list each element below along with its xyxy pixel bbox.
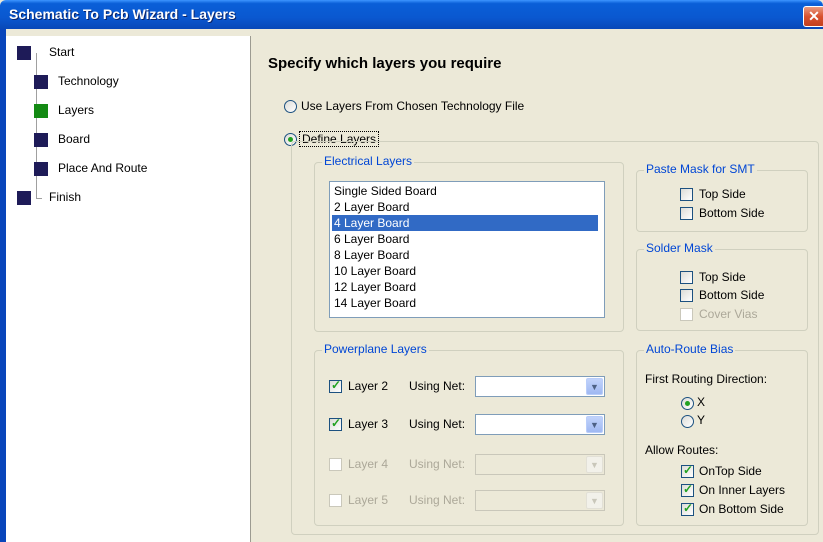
direction-x-radio[interactable] [681,397,694,410]
step-icon [34,104,48,118]
direction-x-label[interactable]: X [697,395,705,409]
paste-mask-title: Paste Mask for SMT [644,162,757,176]
solder-mask-title: Solder Mask [644,241,715,255]
list-item[interactable]: 12 Layer Board [332,279,598,295]
tree-item-finish[interactable]: Finish [49,190,81,204]
cover-vias-label: Cover Vias [699,307,758,321]
ontop-side-checkbox[interactable] [681,463,694,478]
step-icon [34,133,48,147]
list-item-selected[interactable]: 4 Layer Board [332,215,598,231]
list-item[interactable]: 14 Layer Board [332,295,598,311]
bottom-side-label[interactable]: On Bottom Side [699,502,784,516]
autoroute-title: Auto-Route Bias [644,342,736,356]
list-item[interactable]: 6 Layer Board [332,231,598,247]
step-icon [17,46,31,60]
allow-routes-label: Allow Routes: [645,443,719,457]
ontop-side-label[interactable]: OnTop Side [699,464,762,478]
using-net-label: Using Net: [409,379,466,393]
wizard-steps-tree: Start Technology Layers Board Place And … [6,36,251,542]
using-net-label: Using Net: [409,417,466,431]
layer2-label[interactable]: Layer 2 [348,379,388,393]
layer4-net-select[interactable]: ▼ [475,454,605,475]
layer5-net-select[interactable]: ▼ [475,490,605,511]
list-item[interactable]: 10 Layer Board [332,263,598,279]
solder-top-checkbox[interactable] [680,271,693,284]
cover-vias-checkbox[interactable] [680,308,693,321]
layer5-label: Layer 5 [348,493,389,507]
solder-bottom-label[interactable]: Bottom Side [699,288,764,302]
tree-item-place-and-route[interactable]: Place And Route [58,161,147,175]
paste-top-checkbox[interactable] [680,188,693,201]
use-tech-file-label[interactable]: Use Layers From Chosen Technology File [301,99,524,113]
inner-layers-label[interactable]: On Inner Layers [699,483,785,497]
direction-y-radio[interactable] [681,415,694,428]
powerplane-title: Powerplane Layers [322,342,429,356]
tree-connector [36,198,42,199]
layer4-label: Layer 4 [348,457,389,471]
tree-item-board[interactable]: Board [58,132,90,146]
solder-top-label[interactable]: Top Side [699,270,746,284]
layer2-net-select[interactable]: ▼ [475,376,605,397]
paste-bottom-checkbox[interactable] [680,207,693,220]
layer3-net-select[interactable]: ▼ [475,414,605,435]
solder-bottom-checkbox[interactable] [680,289,693,302]
list-item[interactable]: 8 Layer Board [332,247,598,263]
close-icon: ✕ [808,8,820,24]
layer3-label[interactable]: Layer 3 [348,417,388,431]
using-net-label: Using Net: [409,457,466,471]
paste-top-label[interactable]: Top Side [699,187,746,201]
inner-layers-checkbox[interactable] [681,482,694,497]
layer5-checkbox[interactable] [329,494,342,507]
bottom-side-checkbox[interactable] [681,501,694,516]
paste-bottom-label[interactable]: Bottom Side [699,206,764,220]
direction-y-label[interactable]: Y [697,413,705,427]
layer3-checkbox[interactable] [329,416,342,431]
first-direction-label: First Routing Direction: [645,372,768,386]
chevron-down-icon[interactable]: ▼ [586,416,603,433]
close-button[interactable]: ✕ [803,6,823,27]
window-title: Schematic To Pcb Wizard - Layers [9,6,236,22]
page-heading: Specify which layers you require [268,55,502,72]
layer4-checkbox[interactable] [329,458,342,471]
tree-item-start[interactable]: Start [49,45,74,59]
step-icon [34,162,48,176]
chevron-down-icon[interactable]: ▼ [586,378,603,395]
step-icon [17,191,31,205]
list-item[interactable]: Single Sided Board [332,183,598,199]
use-tech-file-radio[interactable] [284,100,297,113]
chevron-down-icon: ▼ [586,456,603,473]
paste-mask-group [636,170,808,232]
electrical-layers-list[interactable]: Single Sided Board 2 Layer Board 4 Layer… [329,181,605,318]
electrical-layers-title: Electrical Layers [322,154,415,168]
layer2-checkbox[interactable] [329,378,342,393]
tree-item-layers[interactable]: Layers [58,103,94,117]
using-net-label: Using Net: [409,493,466,507]
tree-item-technology[interactable]: Technology [58,74,119,88]
list-item[interactable]: 2 Layer Board [332,199,598,215]
step-icon [34,75,48,89]
chevron-down-icon: ▼ [586,492,603,509]
